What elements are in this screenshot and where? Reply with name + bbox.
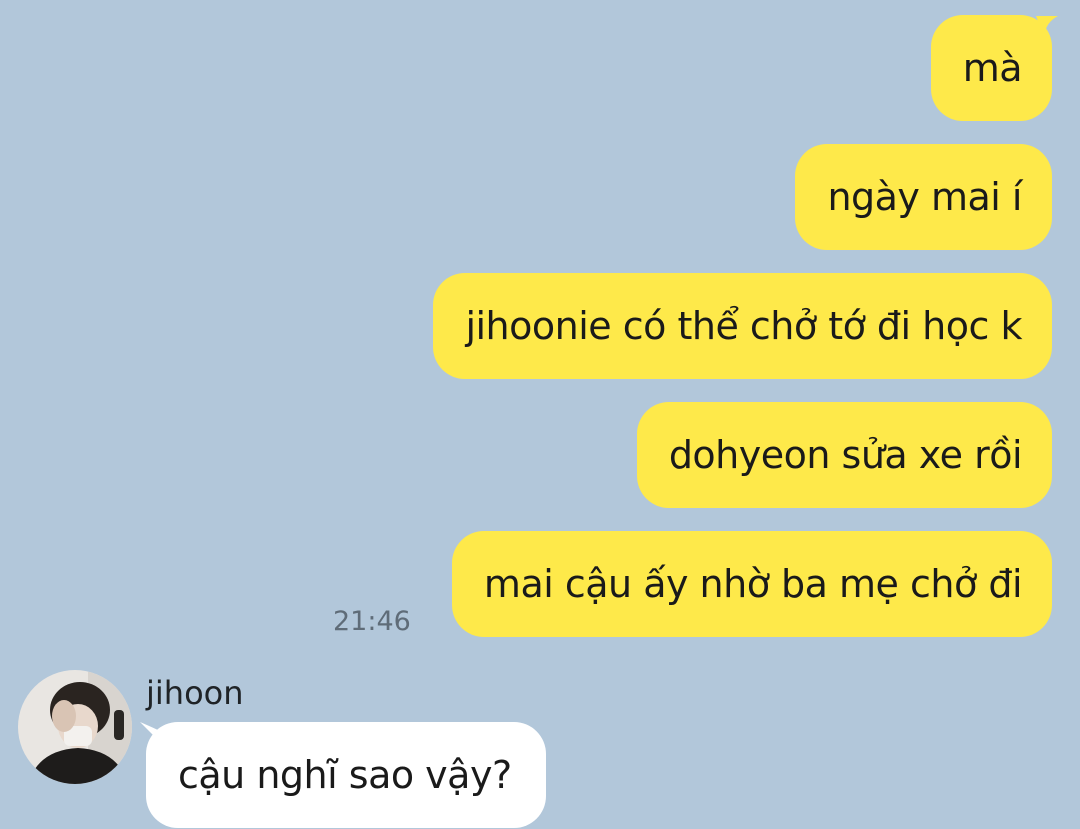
chat-area: mà ngày mai í jihoonie có thể chở tớ đi … — [0, 0, 1080, 829]
outgoing-message[interactable]: jihoonie có thể chở tớ đi học k — [433, 273, 1052, 379]
avatar[interactable] — [18, 670, 132, 784]
sender-name: jihoon — [146, 674, 244, 712]
incoming-message[interactable]: cậu nghĩ sao vậy? — [146, 722, 546, 828]
message-text: mà — [962, 46, 1023, 90]
message-timestamp: 21:46 — [333, 606, 411, 637]
outgoing-message[interactable]: mà — [930, 15, 1052, 121]
outgoing-message[interactable]: mai cậu ấy nhờ ba mẹ chở đi — [451, 531, 1052, 637]
message-text: dohyeon sửa xe rồi — [668, 433, 1023, 477]
message-text: mai cậu ấy nhờ ba mẹ chở đi — [483, 562, 1023, 606]
outgoing-message[interactable]: dohyeon sửa xe rồi — [636, 402, 1052, 508]
message-text: jihoonie có thể chở tớ đi học k — [465, 304, 1022, 348]
message-text: cậu nghĩ sao vậy? — [178, 753, 512, 797]
message-text: ngày mai í — [827, 175, 1022, 219]
outgoing-message[interactable]: ngày mai í — [795, 144, 1052, 250]
profile-photo-icon — [18, 670, 132, 784]
